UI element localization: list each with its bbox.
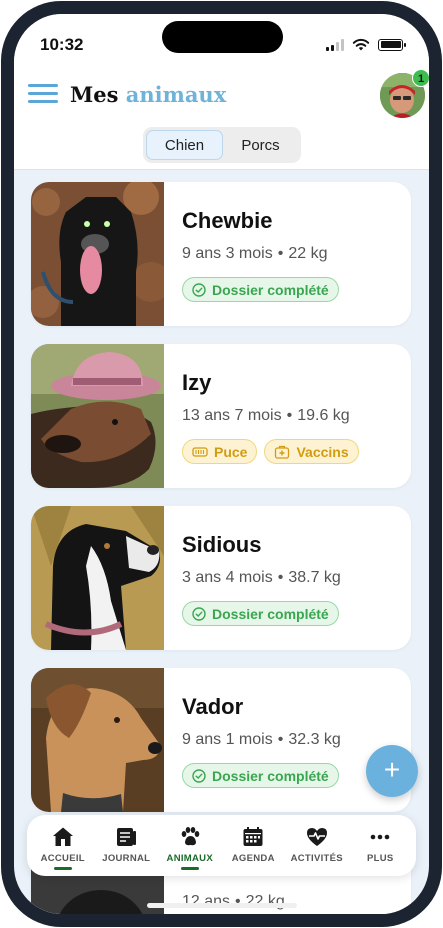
app-screen: 10:32 Mes animaux 1 Chien Porcs Chewbie … — [14, 14, 429, 914]
tab-label: JOURNAL — [102, 853, 151, 864]
pet-age: 9 ans 3 mois — [182, 245, 273, 262]
tab-accueil[interactable]: ACCUEIL — [31, 815, 95, 876]
pet-tags: Dossier complété — [182, 601, 339, 626]
badge-label: Dossier complété — [212, 281, 329, 298]
home-indicator — [147, 903, 297, 908]
warning-badge: Vaccins — [264, 439, 359, 464]
badge-label: Dossier complété — [212, 767, 329, 784]
journal-icon — [117, 828, 137, 846]
pet-card[interactable]: Vador 9 ans 1 mois • 32.3 kg Dossier compl… — [31, 668, 411, 812]
check-circle-icon — [192, 606, 206, 621]
home-icon — [52, 827, 73, 846]
medical-kit-icon — [275, 445, 290, 459]
check-circle-icon — [192, 768, 206, 783]
pet-meta: 9 ans 1 mois • 32.3 kg — [182, 731, 341, 748]
badge-label: Vaccins — [296, 443, 349, 460]
status-time: 10:32 — [40, 35, 84, 54]
pet-card[interactable]: Izy 13 ans 7 mois • 19.6 kg Puce Vaccins — [31, 344, 411, 488]
add-pet-button[interactable]: + — [366, 745, 418, 797]
pet-weight: 19.6 kg — [297, 407, 350, 424]
badge-label: Puce — [214, 443, 248, 460]
pet-card[interactable]: Sidious 3 ans 4 mois • 38.7 kg Dossier com… — [31, 506, 411, 650]
pet-name: Vador — [182, 694, 244, 719]
pet-photo — [31, 344, 164, 488]
bottom-tab-bar: ACCUEIL JOURNAL ANIMAUX AGENDA ACTIVITÉS — [27, 815, 416, 876]
warning-badge: Puce — [182, 439, 258, 464]
heart-pulse-icon — [306, 828, 327, 846]
pet-weight: 32.3 kg — [288, 731, 341, 748]
pet-tags: Puce Vaccins — [182, 439, 359, 464]
pet-age: 13 ans 7 mois — [182, 407, 282, 424]
tab-animaux[interactable]: ANIMAUX — [158, 815, 222, 876]
paw-icon — [181, 827, 200, 846]
pet-name: Izy — [182, 370, 212, 395]
dynamic-island — [162, 21, 283, 53]
pet-meta: 3 ans 4 mois • 38.7 kg — [182, 569, 341, 586]
tab-activites[interactable]: ACTIVITÉS — [285, 815, 349, 876]
more-icon — [370, 834, 390, 840]
tab-label: ANIMAUX — [166, 853, 213, 864]
pet-name: Sidious — [182, 532, 262, 557]
status-icons — [326, 38, 406, 51]
pet-age: 3 ans 4 mois — [182, 569, 273, 586]
calendar-icon — [243, 827, 263, 846]
title-word-1: Mes — [70, 82, 119, 107]
wifi-icon — [352, 38, 370, 51]
pet-card[interactable]: Chewbie 9 ans 3 mois • 22 kg Dossier compl… — [31, 182, 411, 326]
cellular-signal-icon — [326, 38, 344, 51]
title-word-2: animaux — [125, 82, 227, 107]
tab-label: AGENDA — [231, 853, 275, 864]
tab-label: ACCUEIL — [40, 853, 85, 864]
notification-badge: 1 — [412, 69, 429, 87]
pet-age: 9 ans 1 mois — [182, 731, 273, 748]
battery-icon — [378, 38, 406, 51]
status-badge: Dossier complété — [182, 763, 339, 788]
status-badge: Dossier complété — [182, 601, 339, 626]
pet-meta: 9 ans 3 mois • 22 kg — [182, 245, 328, 262]
pet-weight: 22 kg — [288, 245, 328, 262]
tab-indicator — [53, 867, 72, 870]
pet-tags: Dossier complété — [182, 277, 339, 302]
chip-icon — [192, 446, 208, 457]
phone-frame: 10:32 Mes animaux 1 Chien Porcs Chewbie … — [1, 1, 442, 927]
tab-label: PLUS — [366, 853, 394, 864]
species-segmented-control: Chien Porcs — [143, 127, 301, 163]
pet-meta: 13 ans 7 mois • 19.6 kg — [182, 407, 350, 424]
status-badge: Dossier complété — [182, 277, 339, 302]
tab-plus[interactable]: PLUS — [349, 815, 413, 876]
tab-label: ACTIVITÉS — [290, 853, 343, 864]
pet-meta: 12 ans • 22 kg — [182, 893, 285, 910]
tab-agenda[interactable]: AGENDA — [222, 815, 286, 876]
tab-journal[interactable]: JOURNAL — [95, 815, 159, 876]
tab-porcs[interactable]: Porcs — [223, 130, 298, 160]
active-tab-indicator — [180, 867, 199, 870]
pet-tags: Dossier complété — [182, 763, 339, 788]
pet-name: Chewbie — [182, 208, 273, 233]
pet-photo — [31, 506, 164, 650]
check-circle-icon — [192, 282, 206, 297]
badge-label: Dossier complété — [212, 605, 329, 622]
pet-photo — [31, 182, 164, 326]
pet-weight: 38.7 kg — [288, 569, 341, 586]
hamburger-menu-button[interactable] — [28, 84, 58, 106]
tab-chien[interactable]: Chien — [146, 130, 223, 160]
pet-photo — [31, 668, 164, 812]
page-title: Mes animaux — [70, 82, 226, 107]
